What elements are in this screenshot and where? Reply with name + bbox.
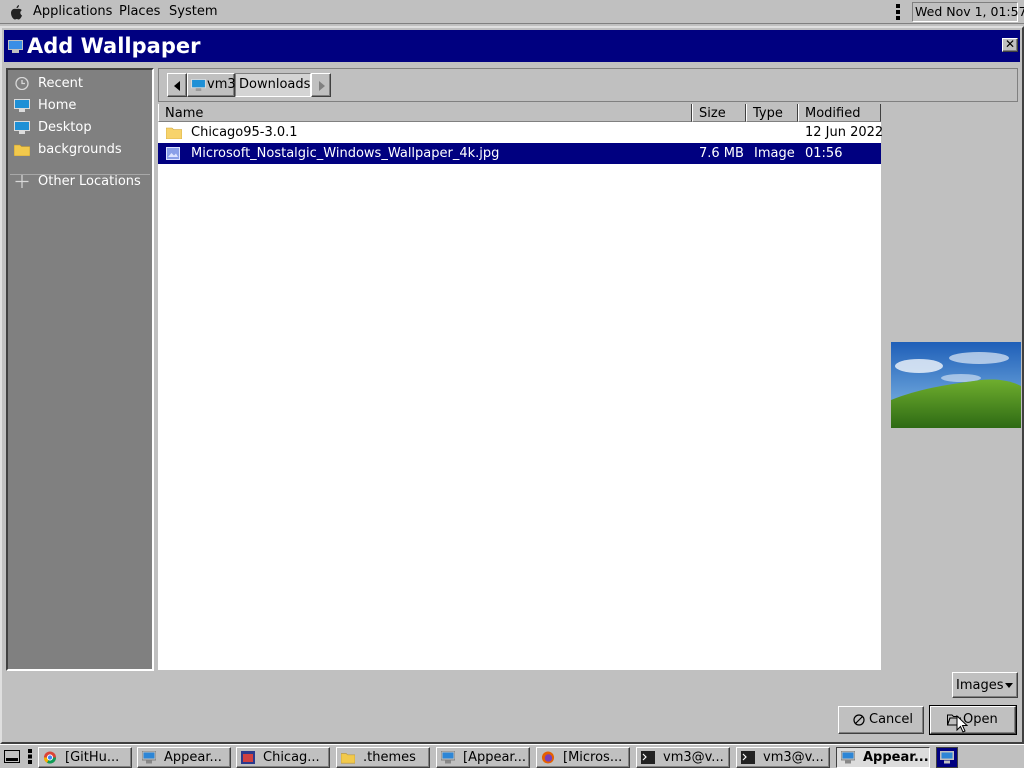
monitor-icon [14, 121, 30, 134]
cancel-icon [853, 714, 865, 726]
task-appearance-2[interactable]: [Appear... [436, 747, 530, 768]
path-forward-button[interactable] [311, 73, 331, 97]
clock-icon [15, 77, 29, 90]
column-header: Name Size Type Modified [158, 104, 881, 122]
sidebar-item-backgrounds[interactable]: backgrounds [14, 140, 148, 160]
file-list[interactable]: Name Size Type Modified Chicago95-3.0.1 … [158, 104, 884, 670]
breadcrumb-label: vm3 [207, 77, 236, 92]
folder-icon [341, 753, 355, 764]
mouse-cursor-icon [956, 715, 968, 733]
task-terminal-1[interactable]: vm3@v... [636, 747, 730, 768]
file-row-selected[interactable]: Microsoft_Nostalgic_Windows_Wallpaper_4k… [158, 143, 881, 164]
filter-value: Images [956, 678, 1004, 693]
open-button[interactable]: Open [929, 705, 1017, 735]
folder-icon [14, 144, 30, 156]
kebab-menu-icon[interactable] [894, 4, 902, 20]
sidebar-item-label: Home [38, 98, 77, 113]
sidebar-item-label: Recent [38, 76, 83, 91]
task-label: Appear... [863, 750, 929, 765]
cancel-label: Cancel [869, 712, 914, 727]
display-settings-icon [441, 751, 455, 764]
task-microsoft[interactable]: [Micros... [536, 747, 630, 768]
breadcrumb-downloads[interactable]: Downloads [235, 73, 311, 97]
task-label: [Micros... [563, 750, 623, 765]
apple-logo-icon[interactable] [10, 5, 23, 20]
menu-system[interactable]: System [169, 4, 217, 19]
file-type-filter-select[interactable]: Images [952, 672, 1018, 698]
image-file-icon [166, 147, 180, 160]
path-back-button[interactable] [167, 73, 187, 97]
titlebar[interactable]: Add Wallpaper ✕ [4, 30, 1020, 62]
folder-icon [166, 127, 182, 139]
sidebar-item-label: Desktop [38, 120, 92, 135]
task-appearance-active[interactable]: Appear... [836, 747, 930, 768]
close-icon: ✕ [1004, 37, 1016, 51]
display-settings-icon [142, 751, 156, 764]
clock[interactable]: Wed Nov 1, 01:57 [912, 2, 1024, 22]
display-settings-icon [8, 40, 23, 53]
sidebar-item-desktop[interactable]: Desktop [14, 118, 148, 138]
kebab-menu-icon[interactable] [28, 749, 33, 764]
places-sidebar: Recent Home Desktop backgrounds Other Lo… [6, 68, 154, 671]
wallpaper-thumbnail [891, 342, 1021, 428]
app-window-icon [241, 751, 255, 764]
sidebar-item-recent[interactable]: Recent [14, 74, 148, 94]
task-label: [Appear... [463, 750, 526, 765]
top-panel: Applications Places System Wed Nov 1, 01… [0, 0, 1024, 24]
breadcrumb-label: Downloads [239, 77, 311, 92]
sidebar-item-label: backgrounds [38, 142, 122, 157]
file-modified: 12 Jun 2022 [805, 125, 884, 140]
arrow-right-icon [319, 81, 325, 91]
sidebar-item-label: Other Locations [38, 174, 141, 189]
task-chicago[interactable]: Chicag... [236, 747, 330, 768]
cancel-button[interactable]: Cancel [838, 706, 924, 734]
dialog-title: Add Wallpaper [27, 34, 201, 58]
task-themes[interactable]: .themes [336, 747, 430, 768]
arrow-left-icon [174, 81, 180, 91]
file-name: Microsoft_Nostalgic_Windows_Wallpaper_4k… [191, 146, 500, 161]
task-terminal-2[interactable]: vm3@v... [736, 747, 830, 768]
breadcrumb-vm3[interactable]: vm3 [187, 73, 236, 97]
file-modified: 01:56 [805, 146, 843, 161]
file-row[interactable]: Chicago95-3.0.1 12 Jun 2022 [158, 122, 884, 143]
sidebar-item-home[interactable]: Home [14, 96, 148, 116]
path-bar: vm3 Downloads [158, 68, 1018, 102]
menu-places[interactable]: Places [119, 4, 160, 19]
column-type[interactable]: Type [746, 104, 798, 122]
add-wallpaper-dialog: Add Wallpaper ✕ Recent Home Desktop back… [0, 26, 1024, 744]
chevron-down-icon [1005, 683, 1013, 688]
task-label: .themes [363, 750, 416, 765]
monitor-icon [14, 99, 30, 112]
task-label: vm3@v... [663, 750, 724, 765]
tray-display-icon[interactable] [936, 747, 958, 768]
column-name[interactable]: Name [158, 104, 692, 122]
task-label: Chicag... [263, 750, 320, 765]
terminal-icon [641, 751, 655, 764]
show-desktop-icon[interactable] [4, 750, 20, 763]
plus-icon [15, 175, 29, 188]
close-button[interactable]: ✕ [1002, 38, 1018, 52]
taskbar: [GitHu... Appear... Chicag... .themes [A… [0, 744, 1024, 768]
task-label: vm3@v... [763, 750, 824, 765]
task-github[interactable]: [GitHu... [38, 747, 132, 768]
monitor-icon [191, 79, 206, 91]
terminal-icon [741, 751, 755, 764]
image-preview [891, 342, 1021, 428]
file-size: 7.6 MB [699, 146, 744, 161]
file-name: Chicago95-3.0.1 [191, 125, 298, 140]
task-label: Appear... [164, 750, 222, 765]
sidebar-item-other-locations[interactable]: Other Locations [14, 172, 148, 192]
menu-applications[interactable]: Applications [33, 4, 112, 19]
task-appearance[interactable]: Appear... [137, 747, 231, 768]
file-type: Image [754, 146, 795, 161]
open-label: Open [963, 712, 998, 727]
display-settings-icon [841, 751, 855, 764]
task-label: [GitHu... [65, 750, 120, 765]
column-modified[interactable]: Modified [798, 104, 881, 122]
chrome-icon [43, 751, 57, 764]
display-settings-icon [940, 751, 954, 764]
firefox-icon [541, 751, 555, 764]
column-size[interactable]: Size [692, 104, 746, 122]
